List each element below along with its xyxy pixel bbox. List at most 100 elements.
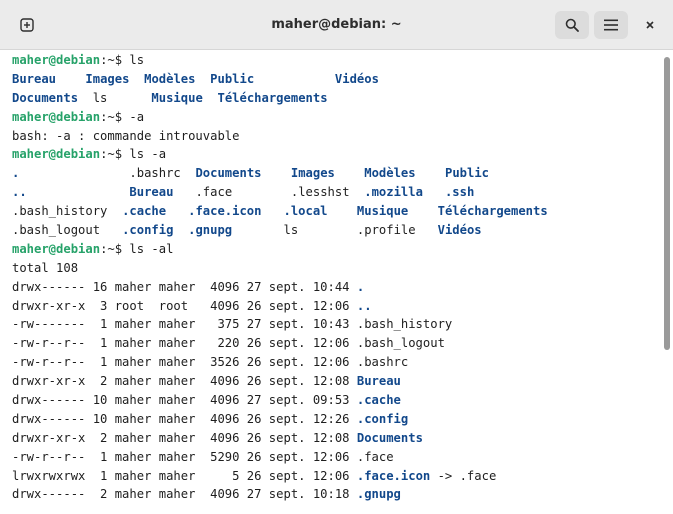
output-text: total 108	[12, 260, 79, 275]
new-tab-icon	[20, 18, 34, 32]
output-text: ls	[78, 90, 152, 105]
directory-name: .gnupg	[188, 223, 233, 238]
output-text: drwx------ 16 maher maher 4096 27 sept. …	[12, 279, 357, 294]
close-icon	[646, 21, 654, 29]
terminal-line: drwx------ 2 maher maher 4096 27 sept. 1…	[0, 485, 661, 504]
search-button[interactable]	[555, 11, 589, 39]
directory-name: .face.icon	[188, 204, 262, 219]
output-text: lrwxrwxrwx 1 maher maher 5 26 sept. 12:0…	[12, 468, 357, 483]
menu-button[interactable]	[594, 11, 628, 39]
output-text: -rw------- 1 maher maher 375 27 sept. 10…	[12, 317, 453, 332]
new-tab-button[interactable]	[13, 11, 41, 39]
directory-name: Images	[290, 166, 335, 181]
output-text: :~$ ls -a	[100, 147, 167, 162]
directory-name: .ssh	[444, 185, 475, 200]
terminal-line: drwx------ 10 maher maher 4096 26 sept. …	[0, 410, 661, 429]
terminal-line: drwxr-xr-x 3 root root 4096 26 sept. 12:…	[0, 297, 661, 316]
terminal-line: drwxr-xr-x 2 maher maher 4096 26 sept. 1…	[0, 372, 661, 391]
output-text: :~$ ls -al	[100, 241, 174, 256]
directory-name: Téléchargements	[437, 204, 548, 219]
terminal-line: -rw-r--r-- 1 maher maher 220 26 sept. 12…	[0, 334, 661, 353]
output-text: .bashrc	[19, 166, 196, 181]
search-icon	[565, 18, 579, 32]
close-button[interactable]	[636, 11, 664, 39]
output-text: drwxr-xr-x 2 maher maher 4096 26 sept. 1…	[12, 374, 357, 389]
terminal-line: .bash_logout .config .gnupg ls .profile …	[0, 221, 661, 240]
directory-name: Bureau	[129, 185, 174, 200]
directory-name: .	[356, 279, 365, 294]
scrollbar-thumb[interactable]	[664, 57, 670, 350]
directory-name: Public	[210, 71, 255, 86]
directory-name: Public	[444, 166, 490, 181]
directory-name: Musique	[151, 90, 203, 105]
output-text: drwxr-xr-x 3 root root 4096 26 sept. 12:…	[12, 298, 357, 313]
directory-name: Musique	[356, 204, 409, 219]
directory-name: Bureau	[356, 374, 401, 389]
hamburger-menu-icon	[604, 19, 618, 31]
output-text: drwx------ 10 maher maher 4096 27 sept. …	[12, 393, 357, 408]
terminal-line: .. Bureau .face .lesshst .mozilla .ssh	[0, 183, 661, 202]
directory-name: .config	[356, 411, 409, 426]
directory-name: .cache	[356, 393, 401, 408]
directory-name: Bureau	[12, 71, 57, 86]
output-text: .bash_logout	[12, 223, 123, 238]
terminal-line: maher@debian:~$ ls	[0, 51, 661, 70]
directory-name: Images	[85, 71, 130, 86]
directory-name: .face.icon	[356, 468, 431, 483]
output-text: drwxr-xr-x 2 maher maher 4096 26 sept. 1…	[12, 430, 357, 445]
terminal-window: maher@debian: ~ maher@debian:~$ ls Bureau…	[0, 0, 673, 514]
output-text: bash: -a : commande introuvable	[12, 128, 240, 143]
terminal-line: -rw------- 1 maher maher 375 27 sept. 10…	[0, 315, 661, 334]
terminal-line: drwx------ 10 maher maher 4096 27 sept. …	[0, 391, 661, 410]
terminal-line: . .bashrc Documents Images Modèles Publi…	[0, 164, 661, 183]
directory-name: Modèles	[144, 71, 196, 86]
output-text: -> .face	[430, 468, 497, 483]
output-text: -rw-r--r-- 1 maher maher 3526 26 sept. 1…	[12, 355, 409, 370]
terminal-line: .bash_history .cache .face.icon .local M…	[0, 202, 661, 221]
directory-name: .cache	[122, 204, 167, 219]
shell-prompt: maher@debian	[12, 241, 101, 256]
output-text: -rw-r--r-- 1 maher maher 5290 26 sept. 1…	[12, 449, 394, 464]
directory-name: .gnupg	[356, 487, 401, 502]
output-text: .bash_history	[12, 204, 123, 219]
directory-name: Vidéos	[334, 71, 379, 86]
terminal-line: -rw-r--r-- 1 maher maher 5290 26 sept. 1…	[0, 448, 661, 467]
output-text: drwx------ 2 maher maher 4096 27 sept. 1…	[12, 487, 357, 502]
title-bar[interactable]: maher@debian: ~	[0, 0, 673, 50]
directory-name: ..	[12, 185, 27, 200]
terminal-line: drwx------ 16 maher maher 4096 27 sept. …	[0, 278, 661, 297]
directory-name: .config	[122, 223, 174, 238]
output-text: ls .profile	[232, 223, 438, 238]
output-text: -rw-r--r-- 1 maher maher 220 26 sept. 12…	[12, 336, 445, 351]
output-text: :~$ -a	[100, 109, 145, 124]
terminal-output[interactable]: maher@debian:~$ ls Bureau Images Modèles …	[0, 51, 661, 514]
terminal-line: maher@debian:~$ ls -a	[0, 145, 661, 164]
output-text: :~$ ls	[100, 53, 145, 67]
directory-name: .local	[283, 204, 328, 219]
terminal-line: total 108	[0, 259, 661, 278]
output-text: drwx------ 10 maher maher 4096 26 sept. …	[12, 411, 357, 426]
terminal-line: drwxr-xr-x 2 maher maher 4096 26 sept. 1…	[0, 429, 661, 448]
terminal-line: lrwxrwxrwx 1 maher maher 5 26 sept. 12:0…	[0, 467, 661, 486]
terminal-line: maher@debian:~$ -a	[0, 108, 661, 127]
output-text: .face .lesshst	[173, 185, 365, 200]
directory-name: .mozilla	[364, 185, 423, 200]
shell-prompt: maher@debian	[12, 53, 101, 67]
scrollbar[interactable]	[661, 51, 673, 514]
terminal-line: -rw-r--r-- 1 maher maher 3526 26 sept. 1…	[0, 353, 661, 372]
